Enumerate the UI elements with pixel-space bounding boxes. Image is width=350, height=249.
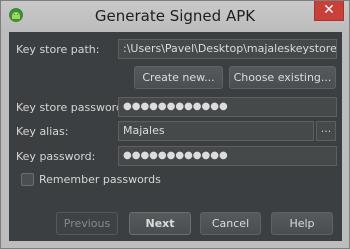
- key-store-path-field[interactable]: :\Users\Pavel\Desktop\majaleskeystore.jk…: [118, 39, 337, 59]
- cancel-button[interactable]: Cancel: [200, 212, 261, 235]
- title-bar: Generate Signed APK ✕: [1, 1, 349, 31]
- next-button[interactable]: Next: [129, 212, 191, 235]
- choose-existing-button[interactable]: Choose existing...: [229, 66, 336, 89]
- key-alias-label: Key alias:: [16, 125, 69, 138]
- key-store-password-label: Key store password:: [16, 101, 127, 114]
- key-alias-browse-button[interactable]: ...: [316, 121, 336, 141]
- key-alias-field[interactable]: Majales: [118, 121, 314, 141]
- key-password-field[interactable]: ●●●●●●●●●●●●: [118, 146, 337, 166]
- close-button[interactable]: ✕: [314, 1, 344, 21]
- key-store-password-field[interactable]: ●●●●●●●●●●●●: [118, 97, 337, 117]
- help-button[interactable]: Help: [271, 212, 333, 235]
- window-title: Generate Signed APK: [94, 7, 256, 25]
- generate-signed-apk-dialog: Generate Signed APK ✕ Key store path: :\…: [0, 0, 350, 249]
- key-password-label: Key password:: [16, 150, 96, 163]
- close-icon: ✕: [323, 2, 335, 18]
- remember-passwords-checkbox[interactable]: [21, 173, 34, 186]
- remember-passwords-label: Remember passwords: [39, 173, 161, 186]
- dialog-content: Key store path: :\Users\Pavel\Desktop\ma…: [9, 32, 342, 241]
- create-new-button[interactable]: Create new...: [134, 66, 223, 89]
- previous-button[interactable]: Previous: [56, 212, 118, 235]
- key-store-path-label: Key store path:: [16, 43, 100, 56]
